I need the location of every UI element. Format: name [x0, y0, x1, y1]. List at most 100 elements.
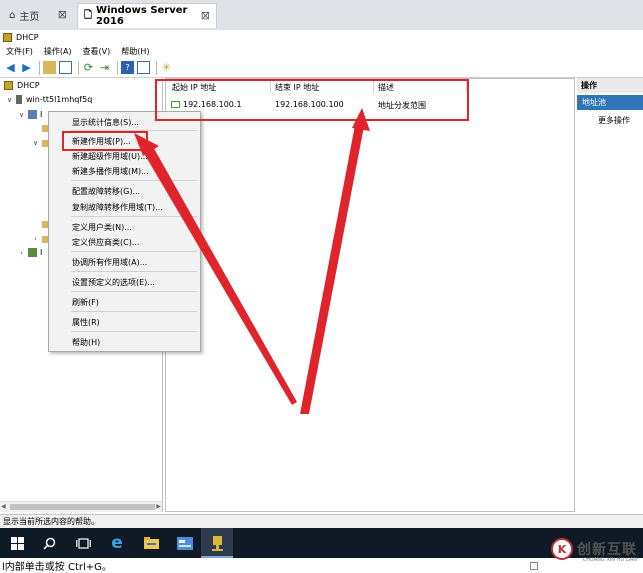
menu-item-set-predefined-options[interactable]: 设置预定义的选项(E)...	[72, 277, 155, 288]
menu-item-refresh[interactable]: 刷新(F)	[72, 297, 99, 308]
ipv4-icon	[28, 110, 37, 119]
close-icon[interactable]: ⊠	[58, 8, 67, 21]
windows-start-icon[interactable]	[8, 534, 26, 552]
menu-divider	[71, 331, 197, 332]
col-description[interactable]: 描述	[378, 82, 394, 93]
col-start-ip[interactable]: 起始 IP 地址	[172, 82, 216, 93]
toolbar-divider	[156, 60, 157, 75]
menu-divider	[71, 291, 197, 292]
col-end-ip[interactable]: 结束 IP 地址	[275, 82, 319, 93]
menu-view[interactable]: 查看(V)	[83, 46, 111, 57]
menu-divider	[71, 216, 197, 217]
properties-icon[interactable]	[137, 61, 150, 74]
menu-item-reconcile-scopes[interactable]: 协调所有作用域(A)...	[72, 257, 147, 268]
menu-file[interactable]: 文件(F)	[6, 46, 33, 57]
start-ip-value: 192.168.100.1	[183, 100, 242, 109]
toolbar-divider	[78, 60, 79, 75]
chevron-down-icon[interactable]: ∨	[32, 139, 39, 147]
address-range-icon	[171, 101, 180, 108]
dhcp-icon	[4, 81, 13, 90]
internet-explorer-icon[interactable]: e	[108, 533, 126, 553]
menu-divider	[71, 180, 197, 181]
tree-ipv4[interactable]: ∨ I	[18, 110, 42, 119]
tab-home[interactable]: ⌂ 主页 ⊠	[3, 3, 73, 28]
status-bar: 显示当前所选内容的帮助。	[0, 514, 643, 528]
search-icon[interactable]	[40, 534, 58, 552]
back-arrow-icon[interactable]: ◀	[4, 61, 17, 74]
menu-item-replicate-failover[interactable]: 复制故障转移作用域(T)...	[72, 202, 163, 213]
cell-start-ip: 192.168.100.1	[171, 100, 242, 109]
export-icon[interactable]: ⇥	[98, 61, 111, 74]
close-icon[interactable]: ⊠	[201, 9, 210, 22]
menu-item-new-superscope[interactable]: 新建超级作用域(U)...	[72, 151, 148, 162]
browser-tab-bar: ⌂ 主页 ⊠ 🗋 Windows Server 2016 ⊠	[0, 0, 643, 31]
tree-ipv6[interactable]: › I	[18, 248, 42, 257]
server-manager-icon[interactable]	[176, 534, 194, 552]
address-pool-list: 起始 IP 地址 结束 IP 地址 描述 192.168.100.1 192.1…	[165, 78, 575, 512]
watermark-badge: K	[551, 538, 573, 560]
menu-item-properties[interactable]: 属性(R)	[72, 317, 100, 328]
chevron-right-icon[interactable]: ›	[18, 249, 25, 257]
window-title: DHCP	[16, 32, 39, 42]
toolbar-divider	[117, 60, 118, 75]
context-menu: 显示统计信息(S)... 新建作用域(P)... 新建超级作用域(U)... 新…	[48, 111, 201, 352]
more-actions-link[interactable]: 更多操作	[598, 115, 630, 126]
toolbar: ◀ ▶ ⟳ ⇥ ? ✳	[0, 58, 643, 78]
menu-item-show-statistics[interactable]: 显示统计信息(S)...	[72, 117, 139, 128]
actions-title: 操作	[577, 78, 643, 93]
menu-divider	[71, 311, 197, 312]
tree-root-label: DHCP	[17, 81, 40, 90]
menu-item-define-vendor-classes[interactable]: 定义供应商类(C)...	[72, 237, 139, 248]
menu-item-new-multicast-scope[interactable]: 新建多播作用域(M)...	[72, 166, 149, 177]
watermark-logo: K 创新互联 CHUANG XIN HU LIAN	[551, 538, 637, 563]
actions-section-address-pool[interactable]: 地址池	[577, 95, 643, 110]
scroll-left-icon[interactable]: ◀	[1, 503, 6, 510]
menu-action[interactable]: 操作(A)	[44, 46, 72, 57]
menu-item-define-user-classes[interactable]: 定义用户类(N)...	[72, 222, 132, 233]
dhcp-app-icon	[3, 32, 12, 42]
column-divider[interactable]	[270, 81, 271, 93]
task-view-icon[interactable]	[74, 534, 92, 552]
window-title-bar: DHCP	[0, 30, 643, 44]
cell-end-ip: 192.168.100.100	[275, 100, 344, 109]
scrollbar-thumb[interactable]	[10, 504, 155, 510]
toolbar-divider	[39, 60, 40, 75]
menu-help[interactable]: 帮助(H)	[121, 46, 149, 57]
tab-home-label: 主页	[19, 12, 40, 23]
tab-windows-server-label: Windows Server 2016	[96, 5, 188, 27]
tree-server[interactable]: ∨ win-tt5l1mhqf5q	[6, 95, 92, 104]
watermark-subtext: CHUANG XIN HU LIAN	[582, 557, 637, 563]
cell-description: 地址分发范围	[378, 101, 426, 110]
server-icon	[16, 95, 22, 104]
tree-root-dhcp[interactable]: DHCP	[4, 81, 40, 90]
tree-ipv4-label: I	[40, 110, 43, 119]
horizontal-scrollbar[interactable]: ◀ ▶	[0, 501, 162, 512]
menu-divider	[71, 271, 197, 272]
column-divider[interactable]	[373, 81, 374, 93]
annotation-highlight-box	[62, 131, 148, 151]
file-explorer-icon[interactable]	[142, 534, 160, 552]
up-folder-icon[interactable]	[43, 61, 56, 74]
tab-windows-server[interactable]: 🗋 Windows Server 2016 ⊠	[77, 3, 217, 28]
hint-text: l内部单击或按 Ctrl+G。	[2, 562, 112, 573]
forward-arrow-icon[interactable]: ▶	[20, 61, 33, 74]
tree-ipv6-label: I	[40, 248, 43, 257]
document-icon: 🗋	[84, 9, 93, 21]
chevron-down-icon[interactable]: ∨	[18, 111, 25, 119]
menu-item-configure-failover[interactable]: 配置故障转移(G)...	[72, 186, 140, 197]
scroll-right-icon[interactable]: ▶	[156, 503, 161, 510]
console-tree-icon[interactable]	[59, 61, 72, 74]
chevron-right-icon[interactable]: ›	[32, 235, 39, 243]
tree-server-label: win-tt5l1mhqf5q	[26, 95, 93, 104]
refresh-icon[interactable]: ⟳	[82, 61, 95, 74]
ipv6-icon	[28, 248, 37, 257]
menu-item-help[interactable]: 帮助(H)	[72, 337, 100, 348]
dhcp-console-icon[interactable]	[208, 534, 226, 552]
column-divider[interactable]	[466, 81, 467, 93]
keyboard-icon[interactable]	[530, 562, 538, 570]
star-icon[interactable]: ✳	[160, 61, 173, 74]
menu-bar: 文件(F) 操作(A) 查看(V) 帮助(H)	[0, 44, 643, 58]
hint-strip: l内部单击或按 Ctrl+G。	[0, 558, 643, 573]
help-icon[interactable]: ?	[121, 61, 134, 74]
chevron-down-icon[interactable]: ∨	[6, 96, 13, 104]
